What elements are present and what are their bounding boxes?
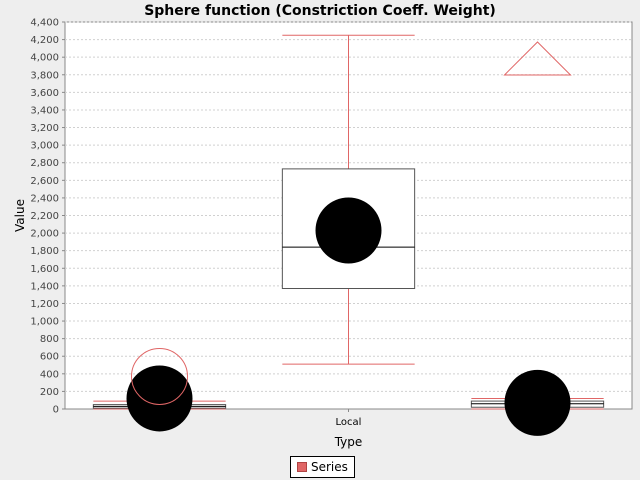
y-tick-label: 4,200 xyxy=(30,35,59,46)
y-tick-label: 3,000 xyxy=(30,141,59,152)
chart-title: Sphere function (Constriction Coeff. Wei… xyxy=(144,3,496,19)
y-axis: 0 200 400 600 800 1,000 1,200 1,400 1,600 1,800 2,… xyxy=(30,18,65,416)
y-tick-label: 2,200 xyxy=(30,211,59,222)
x-tick-label: Local xyxy=(336,417,362,428)
y-tick-label: 2,800 xyxy=(30,158,59,169)
y-tick-label: 800 xyxy=(40,334,59,345)
y-tick-label: 1,000 xyxy=(30,317,59,328)
y-tick-label: 3,400 xyxy=(30,105,59,116)
y-tick-label: 2,000 xyxy=(30,229,59,240)
y-tick-label: 4,400 xyxy=(30,18,59,29)
y-tick-label: 1,200 xyxy=(30,299,59,310)
x-axis-label: Type xyxy=(334,435,363,449)
y-tick-label: 2,600 xyxy=(30,176,59,187)
y-tick-label: 4,000 xyxy=(30,53,59,64)
y-tick-label: 3,600 xyxy=(30,88,59,99)
mean-marker xyxy=(504,369,571,436)
y-tick-label: 1,600 xyxy=(30,264,59,275)
y-tick-label: 2,400 xyxy=(30,193,59,204)
y-axis-label: Value xyxy=(13,199,27,232)
y-tick-label: 0 xyxy=(53,405,59,416)
mean-marker xyxy=(126,365,193,432)
mean-marker xyxy=(315,197,382,264)
y-tick-label: 600 xyxy=(40,352,59,363)
y-tick-label: 200 xyxy=(40,387,59,398)
y-tick-label: 3,800 xyxy=(30,70,59,81)
legend-swatch xyxy=(297,462,307,472)
x-axis: GlobalLocalFocal xyxy=(144,409,550,428)
box-plot-chart: Sphere function (Constriction Coeff. Wei… xyxy=(13,3,633,449)
legend-label: Series xyxy=(311,460,348,474)
y-tick-label: 1,400 xyxy=(30,281,59,292)
y-tick-label: 1,800 xyxy=(30,246,59,257)
y-tick-label: 3,200 xyxy=(30,123,59,134)
y-tick-label: 400 xyxy=(40,369,59,380)
legend: Series xyxy=(290,456,355,478)
